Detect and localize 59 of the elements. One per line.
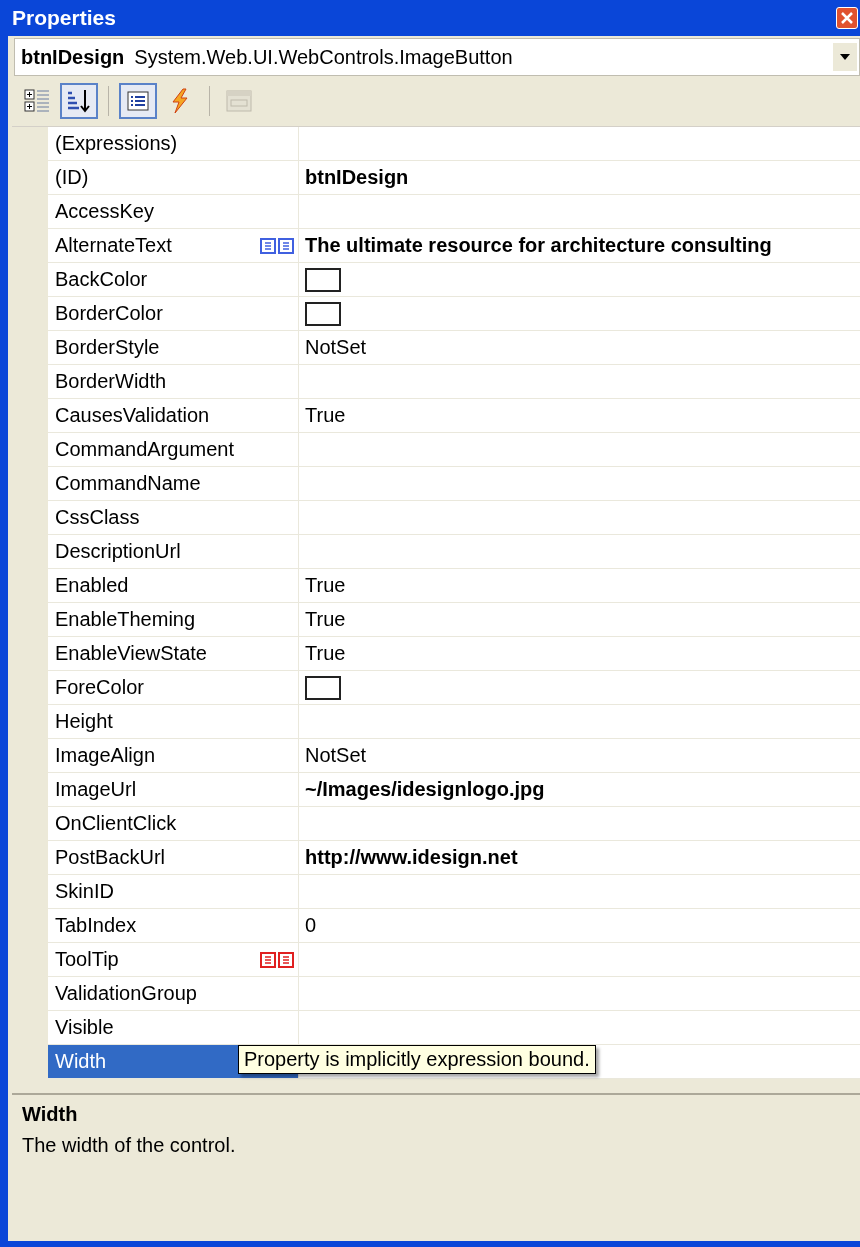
property-value[interactable]: NotSet <box>299 739 860 773</box>
property-value[interactable]: The ultimate resource for architecture consulting <box>299 229 860 263</box>
property-value[interactable]: True <box>299 399 860 433</box>
property-name[interactable]: CausesValidation <box>48 399 299 433</box>
property-name[interactable]: OnClientClick <box>48 807 299 841</box>
object-selector-dropdown[interactable]: btnIDesign System.Web.UI.WebControls.ImageButton <box>14 38 860 76</box>
property-name[interactable]: ImageUrl <box>48 773 299 807</box>
property-name[interactable]: AccessKey <box>48 195 299 229</box>
close-icon <box>840 11 854 25</box>
property-name[interactable]: AlternateText <box>48 229 299 263</box>
property-name[interactable]: BorderStyle <box>48 331 299 365</box>
sort-icon <box>65 87 93 115</box>
property-name[interactable]: ForeColor <box>48 671 299 705</box>
property-name[interactable]: EnableViewState <box>48 637 299 671</box>
description-text: The width of the control. <box>22 1134 237 1157</box>
property-value[interactable]: 0 <box>299 909 860 943</box>
property-name[interactable]: ToolTip <box>48 943 299 977</box>
property-name[interactable]: CssClass <box>48 501 299 535</box>
description-title: Width <box>22 1103 79 1126</box>
property-name[interactable]: ImageAlign <box>48 739 299 773</box>
property-list-icon <box>126 89 150 113</box>
property-name[interactable]: (ID) <box>48 161 299 195</box>
property-name[interactable]: BackColor <box>48 263 299 297</box>
property-value[interactable]: True <box>299 603 860 637</box>
property-value[interactable]: btnIDesign <box>299 161 860 195</box>
binding-icon <box>260 951 294 968</box>
property-value[interactable]: http://www.idesign.net <box>299 841 860 875</box>
property-pages-icon <box>225 88 253 114</box>
property-name[interactable]: CommandName <box>48 467 299 501</box>
categorized-icon <box>23 87 51 115</box>
property-name[interactable]: (Expressions) <box>48 127 299 161</box>
tooltip: Property is implicitly expression bound. <box>238 1045 596 1074</box>
dropdown-button[interactable] <box>833 43 857 71</box>
property-name[interactable]: EnableTheming <box>48 603 299 637</box>
close-button[interactable] <box>836 7 858 29</box>
window-title: Properties <box>12 6 116 30</box>
property-value[interactable]: ~/Images/idesignlogo.jpg <box>299 773 860 807</box>
color-swatch <box>305 267 341 292</box>
property-name[interactable]: BorderColor <box>48 297 299 331</box>
property-name[interactable]: TabIndex <box>48 909 299 943</box>
binding-icon <box>260 237 294 254</box>
caret-icon <box>840 54 850 60</box>
property-name[interactable]: ValidationGroup <box>48 977 299 1011</box>
color-swatch <box>305 675 341 700</box>
property-value[interactable]: True <box>299 569 860 603</box>
property-name[interactable]: PostBackUrl <box>48 841 299 875</box>
property-name[interactable]: CommandArgument <box>48 433 299 467</box>
property-value[interactable]: NotSet <box>299 331 860 365</box>
property-name[interactable]: Enabled <box>48 569 299 603</box>
property-name[interactable]: Height <box>48 705 299 739</box>
property-name[interactable]: SkinID <box>48 875 299 909</box>
color-swatch <box>305 301 341 326</box>
property-value[interactable]: True <box>299 637 860 671</box>
object-name: btnIDesign <box>21 45 125 69</box>
property-name[interactable]: DescriptionUrl <box>48 535 299 569</box>
properties-button[interactable] <box>119 83 157 119</box>
object-type: System.Web.UI.WebControls.ImageButton <box>134 45 513 69</box>
alphabetical-button[interactable] <box>60 83 98 119</box>
property-name[interactable]: BorderWidth <box>48 365 299 399</box>
